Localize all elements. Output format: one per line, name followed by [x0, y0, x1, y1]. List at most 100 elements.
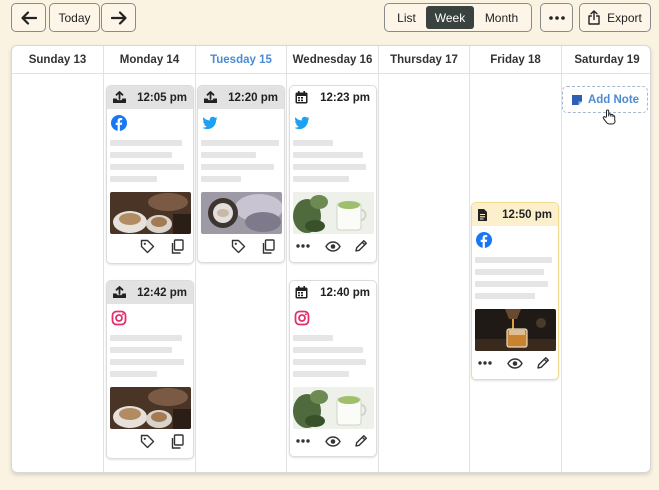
more-options-button[interactable]	[540, 3, 573, 32]
text-placeholder	[201, 152, 256, 158]
day-column-thursday[interactable]: Thursday 17	[378, 46, 469, 472]
post-actions	[107, 237, 193, 255]
text-placeholder	[110, 335, 182, 341]
twitter-icon	[294, 116, 310, 130]
export-button[interactable]: Export	[579, 3, 651, 32]
post-card[interactable]: 12:20 pm	[197, 85, 285, 263]
more-button[interactable]	[294, 432, 312, 450]
post-card[interactable]: 12:05 pm	[106, 85, 194, 264]
text-placeholder	[110, 152, 172, 158]
post-card-header: 12:23 pm	[290, 86, 376, 109]
post-card-header: 12:05 pm	[107, 86, 193, 109]
text-placeholder	[293, 371, 349, 377]
tag-icon	[140, 239, 154, 253]
view-week-option[interactable]: Week	[426, 6, 474, 29]
post-actions	[472, 354, 558, 372]
lavender-cup-photo	[201, 192, 282, 234]
day-header: Saturday 19	[562, 46, 650, 74]
text-placeholder	[110, 359, 184, 365]
view-switcher: List Week Month	[384, 3, 532, 32]
eye-icon	[325, 435, 341, 447]
facebook-icon	[111, 115, 127, 131]
more-button[interactable]	[294, 237, 312, 255]
view-list-option[interactable]: List	[387, 6, 426, 29]
note-card[interactable]: 12:50 pm	[471, 202, 559, 380]
post-time: 12:42 pm	[137, 286, 187, 299]
post-card-header: 12:50 pm	[472, 203, 558, 226]
note-icon	[571, 94, 582, 105]
export-label: Export	[607, 10, 642, 25]
preview-button[interactable]	[506, 354, 524, 372]
hand-pointer-icon	[602, 109, 616, 125]
tag-button[interactable]	[138, 432, 156, 450]
text-placeholder	[110, 140, 182, 146]
eye-icon	[325, 240, 341, 252]
pencil-icon	[355, 435, 367, 447]
day-header: Sunday 13	[12, 46, 103, 74]
tag-icon	[140, 434, 154, 448]
text-placeholder	[293, 176, 349, 182]
whiskey-pour-photo	[475, 309, 556, 351]
text-placeholder	[201, 164, 274, 170]
copy-icon	[262, 238, 275, 254]
duplicate-button[interactable]	[168, 432, 186, 450]
ellipsis-icon	[296, 244, 310, 248]
text-placeholder	[475, 281, 548, 287]
post-card-header: 12:42 pm	[107, 281, 193, 304]
tag-button[interactable]	[229, 237, 247, 255]
duplicate-button[interactable]	[259, 237, 277, 255]
today-button[interactable]: Today	[49, 3, 100, 32]
eye-icon	[507, 357, 523, 369]
post-card[interactable]: 12:23 pm	[289, 85, 377, 263]
text-placeholder	[293, 164, 366, 170]
post-actions	[198, 237, 284, 255]
matcha-latte-photo	[293, 387, 374, 429]
day-header: Friday 18	[470, 46, 561, 74]
text-placeholder	[475, 269, 544, 275]
edit-button[interactable]	[352, 432, 370, 450]
ellipsis-icon	[296, 439, 310, 443]
previous-week-button[interactable]	[11, 3, 46, 32]
text-placeholder	[293, 347, 363, 353]
text-placeholder	[475, 257, 552, 263]
next-week-button[interactable]	[101, 3, 136, 32]
instagram-icon	[294, 310, 310, 326]
post-card[interactable]: 12:42 pm	[106, 280, 194, 459]
text-placeholder	[293, 152, 363, 158]
upload-tray-icon	[113, 286, 126, 298]
week-calendar: Sunday 13 Monday 14 Tuesday 15 Wednesday…	[11, 45, 651, 473]
text-placeholder	[110, 371, 157, 377]
tag-icon	[231, 239, 245, 253]
more-button[interactable]	[476, 354, 494, 372]
copy-icon	[171, 238, 184, 254]
duplicate-button[interactable]	[168, 237, 186, 255]
coffee-cups-photo	[110, 192, 191, 234]
post-time: 12:40 pm	[320, 286, 370, 299]
text-placeholder	[110, 347, 172, 353]
preview-button[interactable]	[324, 432, 342, 450]
tag-button[interactable]	[138, 237, 156, 255]
text-placeholder	[110, 176, 157, 182]
text-placeholder	[293, 359, 366, 365]
coffee-cups-photo	[110, 387, 191, 429]
post-card-header: 12:20 pm	[198, 86, 284, 109]
post-actions	[107, 432, 193, 450]
edit-button[interactable]	[534, 354, 552, 372]
pencil-icon	[355, 240, 367, 252]
copy-icon	[171, 433, 184, 449]
preview-button[interactable]	[324, 237, 342, 255]
ellipsis-icon	[548, 15, 565, 20]
text-placeholder	[293, 140, 333, 146]
text-placeholder	[201, 140, 279, 146]
facebook-icon	[476, 232, 492, 248]
edit-button[interactable]	[352, 237, 370, 255]
post-card-header: 12:40 pm	[290, 281, 376, 304]
day-header: Monday 14	[104, 46, 195, 74]
calendar-icon	[295, 91, 308, 104]
post-actions	[290, 237, 376, 255]
text-placeholder	[201, 176, 241, 182]
day-column-sunday[interactable]: Sunday 13	[12, 46, 103, 472]
view-month-option[interactable]: Month	[474, 6, 529, 29]
upload-tray-icon	[204, 91, 217, 103]
post-card[interactable]: 12:40 pm	[289, 280, 377, 457]
